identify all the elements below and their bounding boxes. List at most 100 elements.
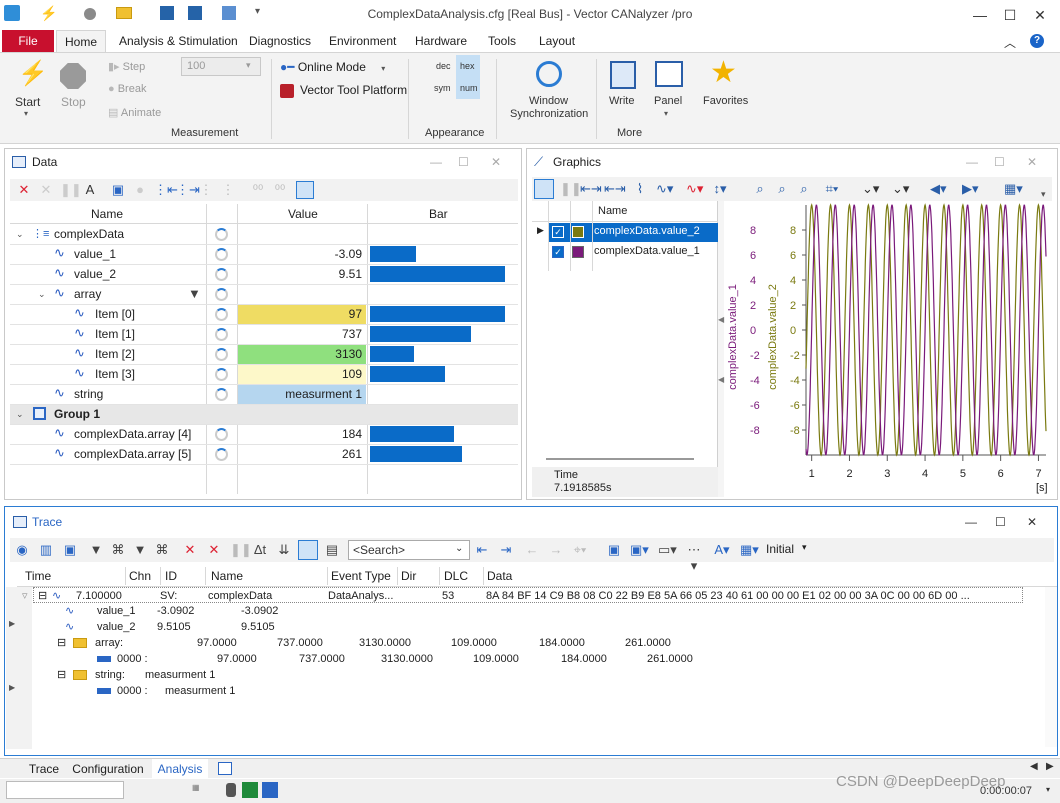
data-row[interactable]: ∿ Item [0] 97 [10, 304, 518, 324]
delete-all-icon[interactable]: ✕ [38, 182, 54, 198]
collapse-arrow-icon[interactable]: ⌄ [38, 284, 46, 304]
window-synchronization-button[interactable]: Window Synchronization [508, 57, 588, 123]
plot-menu-icon[interactable]: ▾ [1041, 189, 1046, 200]
note-icon[interactable]: ▤ [324, 542, 340, 558]
data-row[interactable]: ∿ complexData.array [5] 261 [10, 444, 518, 464]
search-next-icon[interactable]: ⇥ [498, 542, 514, 558]
trace-scrollbar[interactable] [1045, 587, 1057, 747]
export-icon[interactable]: ▣ [62, 542, 78, 558]
collapse-arrow-icon[interactable]: ⌄ [16, 224, 24, 244]
zoom-icon[interactable]: ⌕ [752, 181, 768, 197]
stop-button[interactable]: Stop [56, 57, 92, 117]
copy-icon[interactable]: ▣ [606, 542, 622, 558]
new-tab-icon[interactable] [218, 762, 232, 775]
detail-view-toggle[interactable] [298, 540, 318, 560]
online-mode-button[interactable]: ●━ Online Mode ▾ [280, 60, 385, 74]
cursor-mode-icon[interactable]: ⌄▾ [862, 181, 879, 197]
collapse-icon[interactable]: ⋮⇥ [176, 182, 200, 198]
maximize-icon[interactable]: ☐ [996, 4, 1024, 26]
tab-analysis-stimulation[interactable]: Analysis & Stimulation [119, 30, 238, 52]
chart-icon[interactable]: ▥ [38, 542, 54, 558]
trace-main-row[interactable]: ▿ ⊟ ∿ 7.100000 SV: complexData DataAnaly… [22, 587, 1023, 604]
animate-speed-field[interactable]: 100 ▾ [181, 57, 261, 76]
data-row[interactable]: ∿ Item [2] 3130 [10, 344, 518, 364]
collapse-icon[interactable]: ⊟ [57, 635, 66, 651]
chevron-down-icon[interactable]: ⌄ [455, 543, 463, 554]
vector-tool-platform-button[interactable]: Vector Tool Platform [280, 83, 407, 98]
column-name[interactable]: Name [211, 565, 243, 587]
search-prev-icon[interactable]: ⇤ [474, 542, 490, 558]
break-button[interactable]: ● Break [108, 83, 146, 95]
column-dir[interactable]: Dir [401, 565, 416, 587]
tab-layout[interactable]: Layout [539, 30, 575, 52]
minimize-icon[interactable]: — [965, 509, 977, 535]
next-icon[interactable]: ▶▾ [962, 181, 979, 197]
marker-icon[interactable]: ∿▾ [686, 181, 703, 197]
data-row[interactable]: ⌄ ∿ array ▼ [10, 284, 518, 304]
step-button[interactable]: ▮▸ Step [108, 60, 145, 73]
pause-icon[interactable]: ❚❚ [560, 181, 582, 197]
write-button[interactable]: Write [604, 57, 644, 113]
column-name[interactable]: Name [91, 204, 123, 224]
expand-icon[interactable]: ⋮⇤ [154, 182, 178, 198]
column-dlc[interactable]: DLC [444, 565, 468, 587]
minimize-icon[interactable]: — [966, 4, 994, 26]
signal-row[interactable]: ✓ complexData.value_1 [548, 243, 718, 262]
graph-options-icon[interactable]: ⌗▾ [824, 181, 840, 197]
tab-home[interactable]: Home [56, 30, 106, 52]
filter-icon[interactable]: ▼ [188, 284, 201, 304]
checkbox-checked-icon[interactable]: ✓ [552, 226, 564, 238]
tab-file[interactable]: File [2, 30, 54, 52]
help-icon[interactable]: ? [1030, 34, 1044, 48]
y-axis-icon[interactable]: ↕▾ [712, 181, 728, 197]
zoom-in-icon[interactable]: ⌕ [774, 181, 790, 197]
sym-button[interactable]: sym [434, 83, 451, 93]
column-chn[interactable]: Chn [129, 565, 151, 587]
close-icon[interactable]: ✕ [491, 149, 501, 175]
delete-icon[interactable]: ✕ [16, 182, 32, 198]
maximize-icon[interactable]: ☐ [994, 149, 1005, 175]
find-icon[interactable]: ⌘ [110, 542, 126, 558]
panel-button[interactable]: Panel ▾ [650, 57, 690, 123]
trace-string-sub-row[interactable]: 0000 : measurment 1 [97, 683, 497, 699]
hex-button[interactable]: hex [460, 61, 475, 71]
view-mode-icon[interactable]: ⋯▾ [686, 542, 702, 573]
search-input[interactable]: <Search> ⌄ [348, 540, 470, 560]
status-input[interactable] [6, 781, 124, 799]
collapse-icon[interactable]: ⊟ [38, 588, 47, 604]
collapse-arrow-icon[interactable]: ⌄ [16, 404, 24, 424]
cursor-mode-2-icon[interactable]: ⌄▾ [892, 181, 909, 197]
tab-configuration[interactable]: Configuration [70, 759, 146, 779]
dec-format-icon[interactable]: ⁰⁰ [272, 182, 288, 198]
indent-icon[interactable]: ⋮ [198, 182, 214, 198]
data-group-row[interactable]: ⌄ Group 1 [10, 404, 518, 424]
delta-time-icon[interactable]: Δt [252, 542, 268, 558]
tab-analysis[interactable]: Analysis [152, 759, 208, 779]
font-icon[interactable]: A▾ [714, 542, 730, 558]
animate-button[interactable]: ▤ Animate [108, 106, 161, 119]
column-bar[interactable]: Bar [429, 204, 448, 224]
outdent-icon[interactable]: ⋮ [220, 182, 236, 198]
binoculars-icon[interactable]: ⌘ [154, 542, 170, 558]
trace-string-row[interactable]: ⊟ string: measurment 1 [57, 667, 457, 683]
column-id[interactable]: ID [165, 565, 177, 587]
minimize-icon[interactable]: — [430, 149, 442, 175]
tab-tools[interactable]: Tools [488, 30, 516, 52]
font-icon[interactable]: A [82, 182, 98, 198]
start-button[interactable]: ⚡ Start ▾ [10, 57, 50, 127]
close-icon[interactable]: ✕ [1027, 149, 1037, 175]
pause-icon[interactable]: ❚❚ [60, 182, 82, 198]
minimize-icon[interactable]: — [966, 149, 978, 175]
chevron-down-icon[interactable]: ▾ [802, 542, 807, 553]
column-time[interactable]: Time [25, 565, 51, 587]
line-type-icon[interactable]: ∿▾ [656, 181, 673, 197]
column-data[interactable]: Data [487, 565, 512, 587]
dec-button[interactable]: dec [436, 61, 451, 71]
columns-icon[interactable]: ▭▾ [658, 542, 677, 558]
delete-all-icon[interactable]: ✕ [206, 542, 222, 558]
record-icon[interactable]: ● [132, 182, 148, 198]
tab-scroll-left-icon[interactable]: ◀ [1030, 761, 1038, 772]
insert-icon[interactable]: ▣ [110, 182, 126, 198]
trace-detail-icon[interactable]: ◉ [14, 542, 30, 558]
column-filter-icon[interactable]: ▼ [132, 542, 148, 558]
